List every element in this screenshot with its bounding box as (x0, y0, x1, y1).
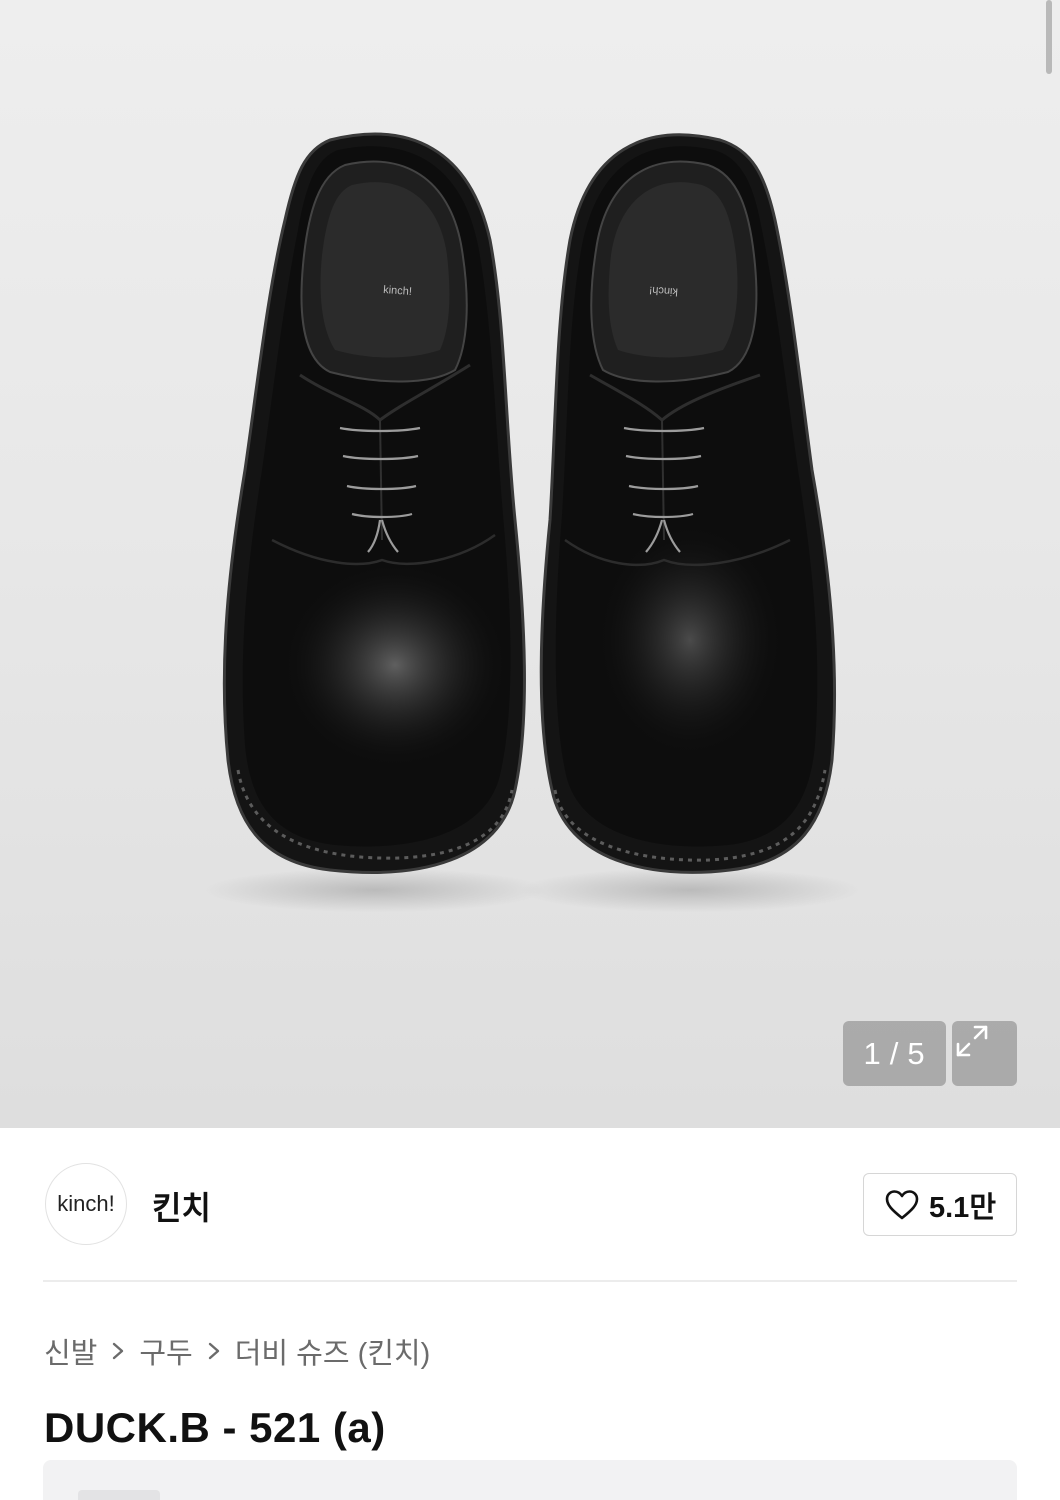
current-image-index: 1 (863, 1035, 882, 1071)
like-button[interactable]: 5.1만 (863, 1173, 1017, 1236)
info-panel (43, 1460, 1017, 1500)
chevron-right-icon (207, 1341, 221, 1361)
left-shoe: kinch! (222, 132, 526, 874)
product-detail-page: kinch! kinch! 1 / 5 kinch! 킨치 5.1만 신발 구두… (0, 0, 1060, 1500)
expand-arrows-icon (956, 1025, 988, 1057)
heart-outline-icon (885, 1189, 919, 1219)
brand-logo[interactable]: kinch! (45, 1163, 127, 1245)
brand-logo-text: kinch! (57, 1191, 115, 1216)
breadcrumb-item-shoes[interactable]: 신발 (44, 1330, 97, 1372)
total-image-count: 5 (907, 1035, 926, 1071)
insole-brand-mark-left: kinch! (383, 284, 413, 298)
expand-image-button[interactable] (952, 1021, 1017, 1086)
product-photo: kinch! kinch! (205, 132, 860, 912)
breadcrumb-item-dress-shoes[interactable]: 구두 (139, 1330, 192, 1372)
breadcrumb-item-derby-shoes[interactable]: 더비 슈즈 (킨치) (235, 1330, 431, 1372)
scrollbar-thumb[interactable] (1046, 0, 1052, 74)
right-shoe: kinch! (539, 133, 837, 874)
chevron-right-icon (111, 1341, 125, 1361)
product-title: DUCK.B - 521 (a) (44, 1404, 386, 1451)
like-count: 5.1만 (929, 1191, 996, 1224)
insole-brand-mark-right: kinch! (649, 284, 679, 298)
counter-separator: / (889, 1035, 900, 1071)
image-counter: 1 / 5 (843, 1021, 946, 1086)
section-divider (43, 1280, 1017, 1282)
info-panel-chip (78, 1490, 160, 1500)
product-image-carousel[interactable]: kinch! kinch! 1 / 5 (0, 0, 1060, 1128)
breadcrumb: 신발 구두 더비 슈즈 (킨치) (44, 1331, 430, 1371)
brand-name-link[interactable]: 킨치 (152, 1183, 211, 1229)
